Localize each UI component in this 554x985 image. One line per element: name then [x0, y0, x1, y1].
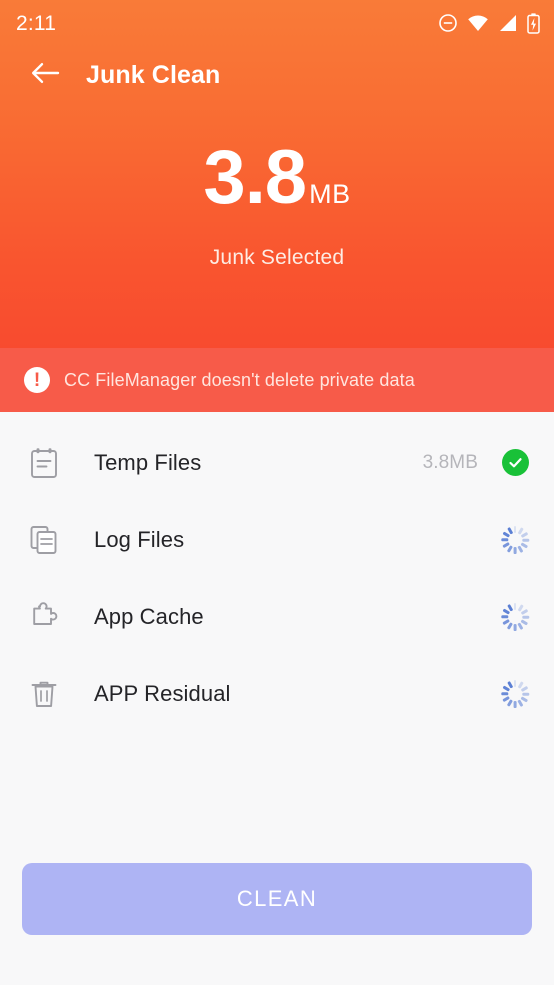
junk-summary: 3.8 MB Junk Selected	[0, 135, 554, 270]
junk-size-value: 3.8	[203, 135, 307, 220]
page-title: Junk Clean	[86, 60, 221, 89]
privacy-notice-bar: ! CC FileManager doesn't delete private …	[0, 348, 554, 412]
back-arrow-icon	[31, 61, 61, 90]
trash-icon	[24, 674, 64, 714]
list-item[interactable]: App Cache	[0, 578, 554, 655]
check-circle-icon	[501, 449, 529, 476]
battery-charging-icon	[527, 12, 540, 34]
status-bar-icons	[438, 12, 540, 34]
cellular-signal-icon	[498, 14, 518, 32]
status-bar-time: 2:11	[16, 11, 57, 35]
loading-spinner-icon	[501, 679, 529, 708]
list-item-status	[500, 525, 530, 555]
puzzle-piece-icon	[24, 597, 64, 637]
wifi-icon	[467, 14, 489, 32]
junk-category-list: Temp Files 3.8MB Log Files App Cache APP…	[0, 412, 554, 863]
list-item[interactable]: APP Residual	[0, 655, 554, 732]
back-button[interactable]	[22, 51, 70, 99]
clipboard-icon	[24, 443, 64, 483]
documents-icon	[24, 520, 64, 560]
list-item-status	[500, 679, 530, 709]
junk-size-row: 3.8 MB	[0, 135, 554, 220]
clean-button[interactable]: CLEAN	[22, 863, 532, 935]
header-panel: 2:11 Junk Clean 3.8 MB Junk Selected	[0, 0, 554, 348]
list-item-size: 3.8MB	[422, 451, 478, 473]
list-item-status	[500, 602, 530, 632]
junk-summary-caption: Junk Selected	[209, 246, 345, 270]
list-item-status	[500, 448, 530, 478]
loading-spinner-icon	[501, 602, 529, 631]
footer: CLEAN	[0, 863, 554, 985]
list-item[interactable]: Log Files	[0, 501, 554, 578]
status-bar: 2:11	[0, 0, 554, 46]
do-not-disturb-icon	[438, 13, 458, 33]
toolbar: Junk Clean	[0, 46, 554, 104]
list-item[interactable]: Temp Files 3.8MB	[0, 424, 554, 501]
junk-clean-screen: 2:11 Junk Clean 3.8 MB Junk Selected ! C…	[0, 0, 554, 985]
list-item-label: Log Files	[94, 526, 185, 552]
list-item-label: APP Residual	[94, 680, 231, 706]
list-item-label: App Cache	[94, 603, 204, 629]
loading-spinner-icon	[501, 525, 529, 554]
privacy-notice-text: CC FileManager doesn't delete private da…	[64, 369, 415, 390]
junk-size-unit: MB	[309, 179, 351, 209]
list-item-label: Temp Files	[94, 449, 202, 475]
exclamation-icon: !	[24, 367, 50, 393]
